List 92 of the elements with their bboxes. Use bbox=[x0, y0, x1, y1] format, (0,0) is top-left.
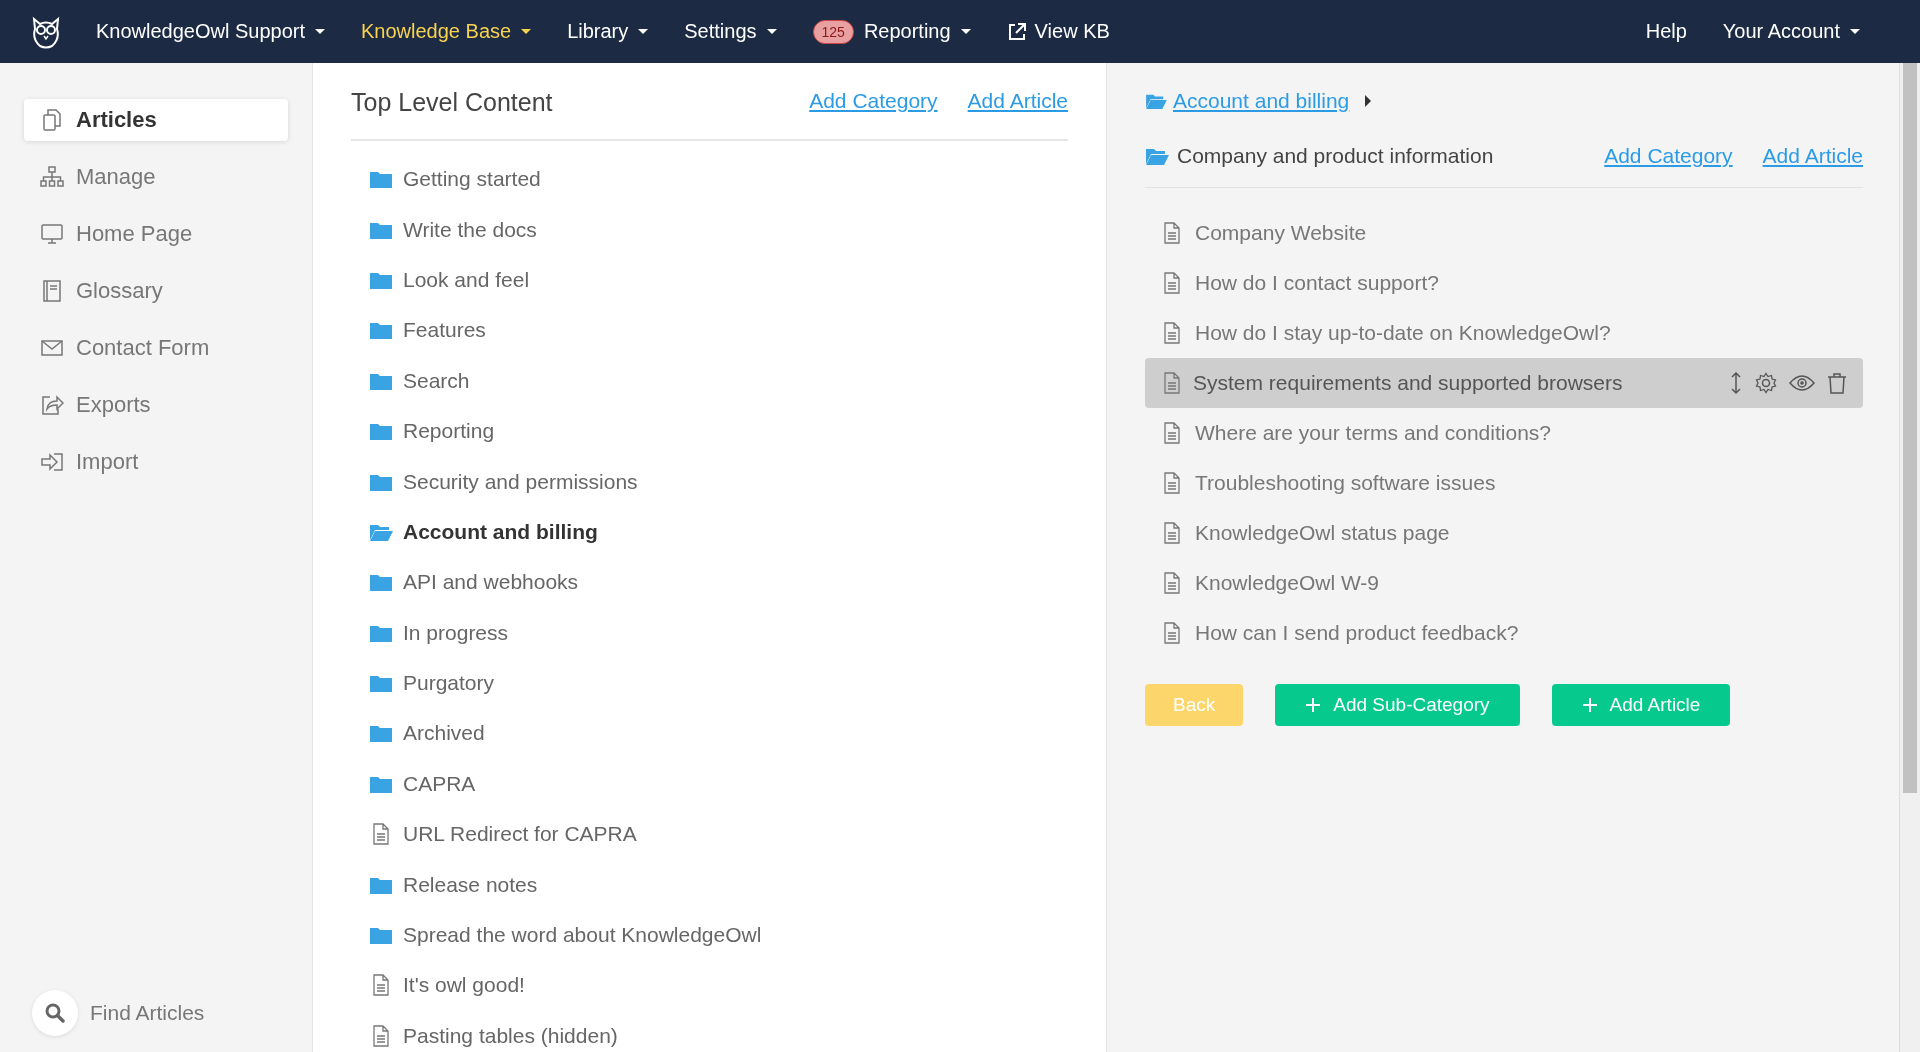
folder-icon bbox=[369, 623, 393, 642]
document-icon bbox=[1163, 222, 1181, 244]
content-list-item[interactable]: Search bbox=[351, 355, 1068, 406]
eye-icon[interactable] bbox=[1789, 374, 1815, 392]
article-list-item[interactable]: How do I contact support? bbox=[1145, 258, 1863, 308]
folder-icon bbox=[369, 472, 393, 491]
document-icon bbox=[1163, 372, 1181, 394]
document-icon bbox=[1163, 272, 1181, 294]
content-list-item[interactable]: Look and feel bbox=[351, 254, 1068, 306]
import-icon bbox=[40, 450, 64, 474]
owl-logo-icon[interactable] bbox=[30, 14, 62, 49]
sidebar-item[interactable]: Exports bbox=[24, 384, 288, 426]
nav-menu-item[interactable]: KnowledgeOwl Support bbox=[96, 20, 325, 43]
open-folder-icon bbox=[1145, 146, 1169, 166]
sidebar-item[interactable]: Import bbox=[24, 441, 288, 483]
settings-icon[interactable] bbox=[1755, 372, 1777, 394]
document-icon bbox=[1163, 522, 1181, 544]
content-list-item[interactable]: Purgatory bbox=[351, 657, 1068, 709]
article-list-item[interactable]: Troubleshooting software issues bbox=[1145, 458, 1863, 508]
article-list-item[interactable]: Where are your terms and conditions? bbox=[1145, 408, 1863, 458]
content-list-item[interactable]: Pasting tables (hidden) bbox=[351, 1010, 1068, 1052]
content-list-item[interactable]: API and webhooks bbox=[351, 557, 1068, 608]
sidebar-item[interactable]: Glossary bbox=[24, 270, 288, 312]
folder-icon bbox=[369, 220, 393, 239]
content-list-item[interactable]: CAPRA bbox=[351, 758, 1068, 810]
article-list-item[interactable]: System requirements and supported browsers bbox=[1145, 358, 1863, 408]
caret-icon bbox=[1365, 95, 1372, 107]
book-icon bbox=[40, 279, 64, 303]
content-list-item[interactable]: Getting started bbox=[351, 154, 1068, 205]
open-folder-icon bbox=[1145, 92, 1167, 110]
content-list-item[interactable]: Account and billing bbox=[351, 506, 1068, 558]
add-link[interactable]: Add Article bbox=[967, 89, 1068, 113]
article-list-item[interactable]: KnowledgeOwl W-9 bbox=[1145, 558, 1863, 608]
folder-icon bbox=[369, 875, 393, 894]
sidebar-item[interactable]: Home Page bbox=[24, 213, 288, 255]
folder-icon bbox=[369, 371, 393, 390]
content-list-item[interactable]: Archived bbox=[351, 708, 1068, 759]
nav-menu-item[interactable]: Knowledge Base bbox=[361, 20, 532, 43]
monitor-icon bbox=[40, 222, 64, 246]
content-list-item[interactable]: Spread the word about KnowledgeOwl bbox=[351, 909, 1068, 961]
document-icon bbox=[1163, 572, 1181, 594]
document-icon bbox=[1163, 422, 1181, 444]
nav-menu-item[interactable]: 125 Reporting bbox=[812, 19, 971, 44]
content-list-item[interactable]: Release notes bbox=[351, 859, 1068, 910]
copy-icon bbox=[40, 108, 64, 132]
folder-icon bbox=[369, 170, 393, 189]
folder-icon bbox=[369, 774, 393, 793]
folder-icon bbox=[369, 321, 393, 340]
external-link-icon bbox=[1006, 21, 1027, 42]
folder-icon bbox=[369, 422, 393, 441]
folder-icon bbox=[369, 573, 393, 592]
share-icon bbox=[40, 393, 64, 417]
content-list-item[interactable]: Write the docs bbox=[351, 204, 1068, 255]
content-list-item[interactable]: In progress bbox=[351, 607, 1068, 658]
sidebar-item[interactable]: Manage bbox=[24, 156, 288, 198]
plus-icon bbox=[1305, 697, 1322, 713]
folder-icon bbox=[369, 926, 393, 945]
nav-menu-item[interactable]: Your Account bbox=[1722, 20, 1860, 43]
nav-menu-item[interactable]: Help bbox=[1645, 20, 1687, 43]
scrollbar[interactable] bbox=[1899, 63, 1920, 1052]
nav-menu-item[interactable]: Library bbox=[567, 20, 649, 43]
category-title: Company and product information bbox=[1177, 144, 1494, 168]
article-list-item[interactable]: How do I stay up-to-date on KnowledgeOwl? bbox=[1145, 308, 1863, 358]
vertical-arrows-icon[interactable] bbox=[1729, 371, 1743, 395]
article-list-item[interactable]: Company Website bbox=[1145, 208, 1863, 258]
sidebar-item[interactable]: Articles bbox=[24, 99, 288, 141]
search-icon bbox=[44, 1002, 66, 1024]
search-button[interactable] bbox=[32, 990, 78, 1036]
content-list-item[interactable]: Features bbox=[351, 305, 1068, 356]
content-list-item[interactable]: Security and permissions bbox=[351, 456, 1068, 507]
folder-icon bbox=[369, 674, 393, 693]
panel-title: Top Level Content bbox=[351, 86, 553, 117]
content-list-item[interactable]: It's owl good! bbox=[351, 960, 1068, 1011]
folder-icon bbox=[369, 724, 393, 743]
document-icon bbox=[1163, 472, 1181, 494]
add-link[interactable]: Add Category bbox=[809, 89, 938, 113]
document-icon bbox=[1163, 622, 1181, 644]
content-list-item[interactable]: URL Redirect for CAPRA bbox=[351, 809, 1068, 860]
find-articles-link[interactable]: Find Articles bbox=[90, 1001, 205, 1025]
nav-menu-item[interactable]: View KB bbox=[1006, 20, 1110, 43]
nav-menu-item[interactable]: Settings bbox=[684, 20, 777, 43]
content-list-item[interactable]: Reporting bbox=[351, 405, 1068, 457]
count-badge: 125 bbox=[812, 19, 854, 44]
article-list-item[interactable]: How can I send product feedback? bbox=[1145, 608, 1863, 658]
trash-icon[interactable] bbox=[1827, 372, 1847, 394]
plus-icon bbox=[1581, 697, 1598, 713]
document-icon bbox=[1163, 322, 1181, 344]
folder-icon bbox=[369, 270, 393, 289]
article-list-item[interactable]: KnowledgeOwl status page bbox=[1145, 508, 1863, 558]
sidebar-item[interactable]: Contact Form bbox=[24, 327, 288, 369]
sitemap-icon bbox=[40, 165, 64, 189]
scrollbar-thumb[interactable] bbox=[1903, 63, 1917, 793]
